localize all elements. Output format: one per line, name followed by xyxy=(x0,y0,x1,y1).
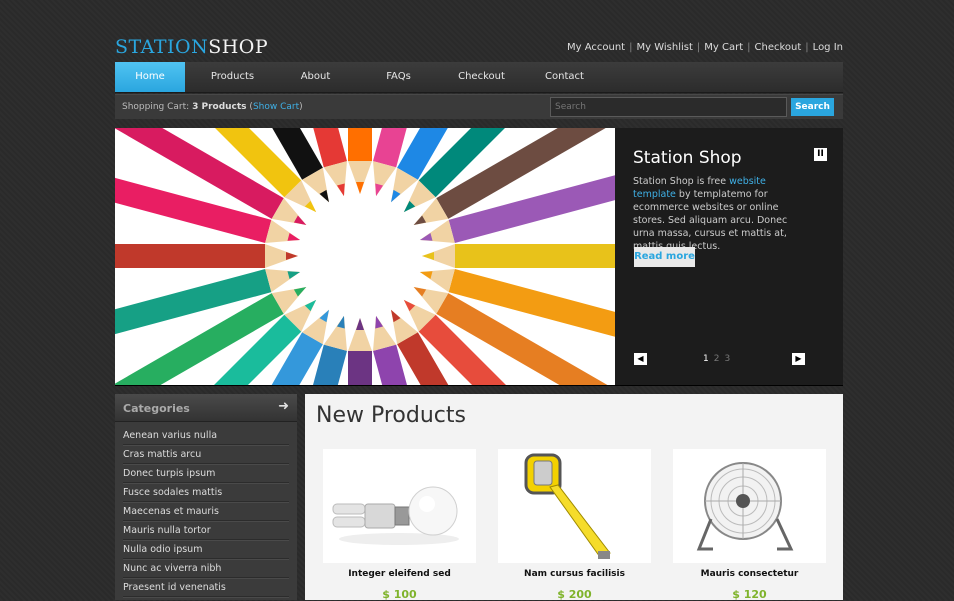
cart-search-bar: Shopping Cart: 3 Products (Show Cart) Se… xyxy=(115,94,843,119)
cart-count: 3 Products xyxy=(192,102,247,112)
product-card: Mauris consectetur $ 120 xyxy=(673,449,826,601)
product-image-tape-measure[interactable] xyxy=(498,449,651,563)
new-products-title: New Products xyxy=(316,403,466,428)
menu-checkout[interactable]: Checkout xyxy=(446,62,517,92)
product-price: $ 100 xyxy=(382,588,417,601)
my-cart-link[interactable]: My Cart xyxy=(704,42,743,53)
pencil-tip xyxy=(336,183,345,197)
cart-close-paren: ) xyxy=(299,102,303,112)
pencil-body xyxy=(115,244,265,268)
product-name[interactable]: Integer eleifend sed xyxy=(323,569,476,579)
categories-sidebar: Categories ➜ Aenean varius nulla Cras ma… xyxy=(115,394,297,600)
logo-shop: SHOP xyxy=(208,36,269,58)
slide-text-start: Station Shop is free xyxy=(633,176,730,187)
main-menu: Home Products About FAQs Checkout Contac… xyxy=(115,62,843,93)
cart-summary: Shopping Cart: 3 Products (Show Cart) xyxy=(122,102,303,112)
cart-prefix: Shopping Cart: xyxy=(122,102,190,112)
category-item[interactable]: Nunc ac viverra nibh xyxy=(123,559,289,578)
pencil-body xyxy=(455,244,615,268)
checkout-link[interactable]: Checkout xyxy=(755,42,802,53)
menu-home[interactable]: Home xyxy=(115,62,185,92)
arrow-right-icon[interactable]: ➜ xyxy=(278,399,289,414)
pencil-tip xyxy=(286,252,298,260)
pencil-tip xyxy=(375,183,384,197)
product-image-bulb[interactable] xyxy=(323,449,476,563)
product-card: Nam cursus facilisis $ 200 xyxy=(498,449,651,601)
my-wishlist-link[interactable]: My Wishlist xyxy=(636,42,692,53)
pencil-tip xyxy=(375,315,384,329)
pencil-tip xyxy=(287,271,301,280)
pencil-tip xyxy=(419,271,433,280)
read-more-button[interactable]: Read more xyxy=(634,247,695,267)
search-button[interactable]: Search xyxy=(791,98,834,116)
categories-title: Categories xyxy=(123,402,190,415)
pencil-tip xyxy=(419,232,433,241)
my-account-link[interactable]: My Account xyxy=(567,42,625,53)
colored-pencils-illustration xyxy=(115,128,615,385)
pencil-tip xyxy=(287,232,301,241)
pencil-tip xyxy=(356,182,364,194)
light-bulb-icon xyxy=(332,486,459,545)
menu-faqs[interactable]: FAQs xyxy=(363,62,434,92)
menu-contact[interactable]: Contact xyxy=(529,62,600,92)
site-logo[interactable]: STATIONSHOP xyxy=(115,36,268,58)
menu-about[interactable]: About xyxy=(280,62,351,92)
slide-title: Station Shop xyxy=(633,148,742,168)
pencil-body xyxy=(348,351,372,385)
category-item[interactable]: Cras mattis arcu xyxy=(123,445,289,464)
show-cart-link[interactable]: Show Cart xyxy=(253,102,299,112)
search-input[interactable] xyxy=(550,97,787,117)
login-link[interactable]: Log In xyxy=(813,42,843,53)
slide-caption-panel: Station Shop Station Shop is free websit… xyxy=(615,128,843,385)
product-name[interactable]: Nam cursus facilisis xyxy=(498,569,651,579)
slide-image-colored-pencils xyxy=(115,128,615,385)
featured-slider: Station Shop Station Shop is free websit… xyxy=(115,128,843,386)
pencil-shape xyxy=(422,244,615,268)
pencil-body xyxy=(348,128,372,161)
pencil-shape xyxy=(348,128,372,194)
category-item[interactable]: Mauris nulla tortor xyxy=(123,521,289,540)
pencil-tip xyxy=(336,315,345,329)
prev-arrow-icon[interactable]: ◀ xyxy=(634,353,647,365)
slide-pager: 123 xyxy=(703,354,735,364)
slide-description: Station Shop is free website template by… xyxy=(633,175,811,253)
product-grid: Integer eleifend sed $ 100 Nam cursus fa… xyxy=(323,449,848,601)
pencil-shape xyxy=(348,318,372,385)
product-price: $ 120 xyxy=(732,588,767,601)
product-name[interactable]: Mauris consectetur xyxy=(673,569,826,579)
top-links: My Account | My Wishlist | My Cart | Checkout |… xyxy=(566,42,843,53)
pencil-tip xyxy=(356,318,364,330)
product-card: Integer eleifend sed $ 100 xyxy=(323,449,476,601)
menu-products[interactable]: Products xyxy=(197,62,268,92)
pencil-shape xyxy=(115,244,298,268)
product-image-fan[interactable] xyxy=(673,449,826,563)
logo-station: STATION xyxy=(115,36,209,58)
category-item[interactable]: Maecenas et mauris xyxy=(123,502,289,521)
desk-fan-icon xyxy=(696,462,794,551)
category-item[interactable]: Donec turpis ipsum xyxy=(123,464,289,483)
category-item[interactable]: Aenean varius nulla xyxy=(123,426,289,445)
category-list: Aenean varius nulla Cras mattis arcu Don… xyxy=(115,422,297,597)
tape-measure-icon xyxy=(524,453,611,559)
category-item[interactable]: Praesent id venenatis xyxy=(123,578,289,597)
slide-page-2[interactable]: 2 xyxy=(714,354,720,364)
category-item[interactable]: Fusce sodales mattis xyxy=(123,483,289,502)
pause-icon[interactable]: II xyxy=(814,148,827,161)
slide-page-3[interactable]: 3 xyxy=(724,354,730,364)
pencil-tip xyxy=(422,252,434,260)
next-arrow-icon[interactable]: ▶ xyxy=(792,353,805,365)
main-content: New Products Integer eleifend sed $ 100 xyxy=(305,394,843,601)
categories-header: Categories ➜ xyxy=(115,394,297,422)
product-price: $ 200 xyxy=(557,588,592,601)
category-item[interactable]: Nulla odio ipsum xyxy=(123,540,289,559)
slide-page-1[interactable]: 1 xyxy=(703,354,709,364)
